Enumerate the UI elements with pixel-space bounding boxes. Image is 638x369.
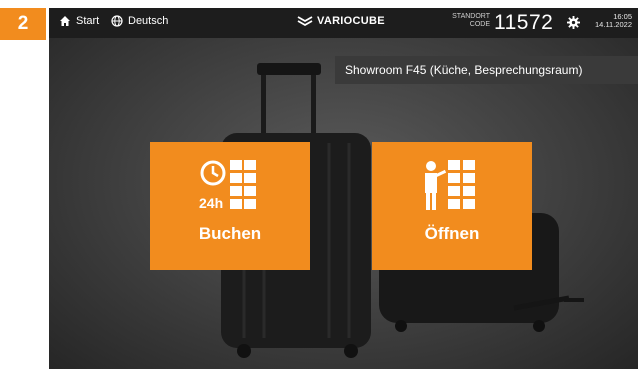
location-code-label: STANDORT CODE xyxy=(450,13,490,29)
clock: 16:05 14.11.2022 xyxy=(589,13,632,29)
variocube-logo-icon xyxy=(297,16,313,27)
globe-icon xyxy=(111,15,123,27)
step-badge: 2 xyxy=(0,8,46,40)
tile-24h-text: 24h xyxy=(199,195,223,211)
open-button[interactable]: Öffnen xyxy=(372,142,532,270)
start-label: Start xyxy=(76,15,100,27)
gear-icon[interactable] xyxy=(567,16,580,29)
book-button[interactable]: 24h Buchen xyxy=(150,142,310,270)
start-button[interactable]: Start xyxy=(59,15,99,27)
open-label: Öffnen xyxy=(424,224,480,243)
person-lockers-icon xyxy=(425,160,475,210)
kiosk-screen: Start Deutsch VARIOCUBE STANDORT CODE 11… xyxy=(49,8,638,369)
code-label-line2: CODE xyxy=(469,21,490,28)
variocube-logo: VARIOCUBE xyxy=(297,15,385,27)
top-bar: Start Deutsch VARIOCUBE STANDORT CODE 11… xyxy=(49,8,638,38)
location-banner: Showroom F45 (Küche, Besprechungsraum) xyxy=(335,56,638,84)
clock-lockers-icon: 24h xyxy=(199,160,256,211)
code-label-line1: STANDORT xyxy=(452,13,490,20)
location-code-value: 11572 xyxy=(494,11,554,34)
book-label: Buchen xyxy=(198,224,262,243)
home-icon xyxy=(60,16,70,26)
language-label: Deutsch xyxy=(128,15,169,27)
language-selector[interactable]: Deutsch xyxy=(111,15,168,27)
logo-text: VARIOCUBE xyxy=(317,15,385,27)
clock-date: 14.11.2022 xyxy=(595,20,632,29)
